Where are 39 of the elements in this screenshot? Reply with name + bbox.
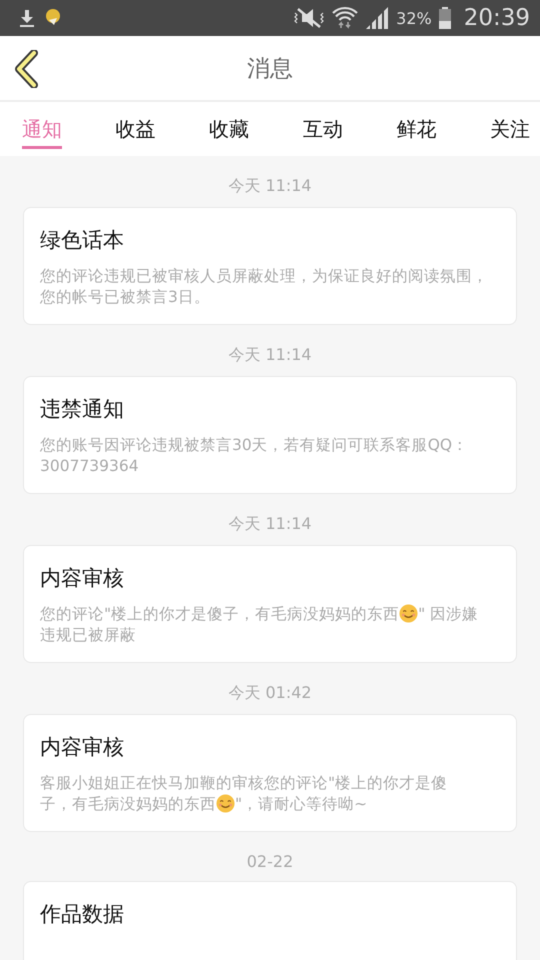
message-card[interactable]: 内容审核 您的评论"楼上的你才是傻子，有毛病没妈妈的东西 " 因涉嫌 违规已被屏蔽 [23,545,517,663]
tab[interactable]: 收益 [116,102,156,149]
tab[interactable]: 关注 [490,102,530,149]
battery-percentage: 32% [396,8,432,28]
wifi-icon [332,6,358,30]
timestamp: 今天 11:14 [228,344,312,366]
message-text: 您的评论违规已被审核人员屏蔽处理，为保证良好的阅读氛围，您的帐号已被禁言3日。 [40,267,488,306]
message-title: 违禁通知 [40,396,125,423]
tab[interactable]: 鲜花 [396,102,436,149]
message-card[interactable]: 内容审核 客服小姐姐正在快马加鞭的审核您的评论"楼上的你才是傻 子，有毛病没妈妈的东西 "，请耐心等待呦~ [23,714,517,832]
message-title: 内容审核 [40,565,125,592]
message-text: " 因涉嫌 [418,605,478,623]
message-card[interactable]: 违禁通知 您的账号因评论违规被禁言30天，若有疑问可联系客服QQ：3007739364 [23,376,517,494]
timestamp: 今天 11:14 [228,513,312,535]
timestamp: 02-22 [246,851,294,873]
back-chevron-icon [14,50,40,88]
message-text: 您的账号因评论违规被禁言30天，若有疑问可联系客服QQ：3007739364 [40,436,468,475]
timestamp: 今天 01:42 [228,682,312,704]
message-text: 您的评论"楼上的你才是傻子，有毛病没妈妈的东西 [40,605,400,623]
message-text: 违规已被屏蔽 [40,626,136,644]
smiley-icon [399,604,418,623]
message-text: 子，有毛病没妈妈的东西 [40,795,216,813]
message-text: 客服小姐姐正在快马加鞭的审核您的评论"楼上的你才是傻 [40,774,448,792]
battery-icon [438,6,452,30]
signal-icon [364,6,390,30]
download-icon [18,8,36,28]
tab[interactable]: 互动 [302,102,343,149]
message-title: 作品数据 [40,901,125,928]
message-title: 内容审核 [40,734,125,761]
tab[interactable]: 收藏 [209,102,250,149]
smiley-icon [216,794,235,813]
message-card[interactable]: 作品数据 [23,881,517,960]
message-title: 绿色话本 [40,227,125,254]
mute-icon [292,7,326,29]
clock: 20:39 [464,5,530,31]
message-card[interactable]: 绿色话本 您的评论违规已被审核人员屏蔽处理，为保证良好的阅读氛围，您的帐号已被禁言3日。 [23,207,517,325]
message-text: "，请耐心等待呦~ [235,795,368,813]
page-title: 消息 [247,54,293,84]
timestamp: 今天 11:14 [228,175,312,197]
